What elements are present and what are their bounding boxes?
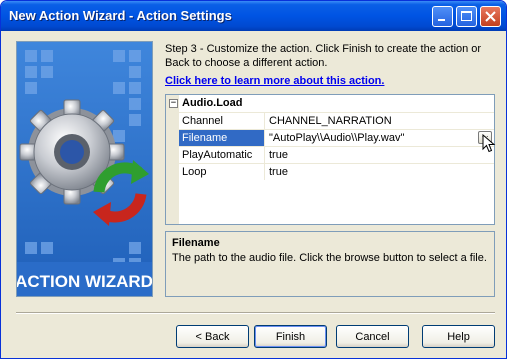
title-bar: New Action Wizard - Action Settings [1, 1, 506, 31]
step-instructions: Step 3 - Customize the action. Click Fin… [165, 43, 482, 69]
property-name: PlayAutomatic [179, 147, 265, 163]
property-grid: − Audio.Load Channel CHANNEL_NARRATION F… [165, 94, 495, 225]
description-title: Filename [172, 237, 220, 249]
property-row[interactable]: PlayAutomatic true [179, 146, 494, 163]
button-separator [16, 312, 495, 314]
wizard-art-label: ACTION WIZARD [17, 272, 152, 291]
action-wizard-artwork: ACTION WIZARD [17, 42, 152, 296]
mouse-cursor-icon [482, 134, 496, 153]
grid-gutter [166, 95, 179, 224]
wizard-artwork: ACTION WIZARD [16, 41, 153, 297]
back-button[interactable]: < Back [176, 325, 249, 348]
cancel-button[interactable]: Cancel [336, 325, 409, 348]
maximize-button[interactable] [456, 6, 477, 27]
close-icon [485, 11, 496, 22]
property-row[interactable]: Channel CHANNEL_NARRATION [179, 112, 494, 129]
minimize-icon [438, 19, 445, 21]
property-row[interactable]: Loop true [179, 163, 494, 180]
window-title: New Action Wizard - Action Settings [9, 8, 232, 23]
help-button[interactable]: Help [422, 325, 495, 348]
property-description: Filename The path to the audio file. Cli… [165, 231, 495, 297]
wizard-window: New Action Wizard - Action Settings ACTI… [0, 0, 507, 359]
property-value: CHANNEL_NARRATION [269, 115, 392, 127]
property-row[interactable]: Filename "AutoPlay\\Audio\\Play.wav" ... [179, 129, 494, 146]
property-name: Loop [179, 164, 265, 180]
description-text: The path to the audio file. Click the br… [172, 252, 487, 264]
property-value: "AutoPlay\\Audio\\Play.wav" [269, 132, 405, 144]
maximize-icon [461, 11, 472, 21]
wizard-body: ACTION WIZARD Step 3 - Customize the act… [4, 31, 503, 357]
category-row: − Audio.Load [166, 95, 494, 112]
property-name-selected: Filename [179, 130, 265, 146]
collapse-toggle[interactable]: − [169, 99, 178, 108]
gear-icon [19, 99, 125, 205]
property-value: true [269, 166, 288, 178]
learn-more-link[interactable]: Click here to learn more about this acti… [165, 75, 384, 87]
finish-button[interactable]: Finish [254, 325, 327, 348]
category-label: Audio.Load [182, 97, 243, 109]
minimize-button[interactable] [432, 6, 453, 27]
property-name: Channel [179, 113, 265, 129]
property-value: true [269, 149, 288, 161]
close-button[interactable] [480, 6, 501, 27]
